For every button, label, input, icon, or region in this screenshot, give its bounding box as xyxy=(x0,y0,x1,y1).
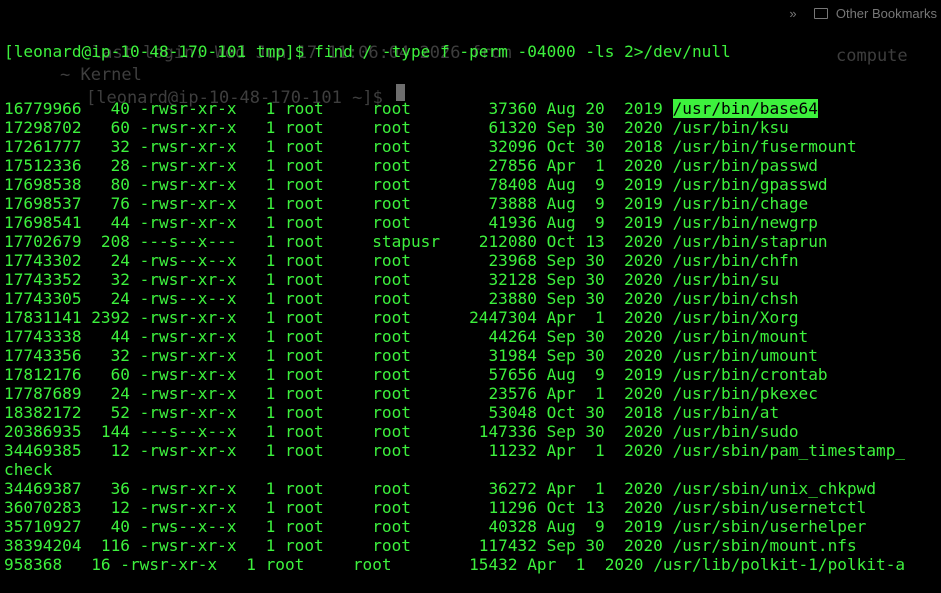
text-cursor xyxy=(396,84,405,101)
file-path: /usr/bin/su xyxy=(672,270,780,289)
file-path: /usr/bin/Xorg xyxy=(672,308,799,327)
terminal-window[interactable]: [leonard@ip-10-48-170-101 tmp]$ find / -… xyxy=(4,4,941,574)
file-listing: 16779966 40 -rwsr-xr-x 1 root root 37360… xyxy=(4,99,673,118)
output-line: 17743356 32 -rwsr-xr-x 1 root root 31984… xyxy=(4,346,941,365)
output-line: 18382172 52 -rwsr-xr-x 1 root root 53048… xyxy=(4,403,941,422)
file-listing: 17743338 44 -rwsr-xr-x 1 root root 44264… xyxy=(4,327,673,346)
output-line: 17831141 2392 -rwsr-xr-x 1 root root 244… xyxy=(4,308,941,327)
file-listing: 17743302 24 -rws--x--x 1 root root 23968… xyxy=(4,251,673,270)
output-line: 36070283 12 -rwsr-xr-x 1 root root 11296… xyxy=(4,498,941,517)
file-path: /usr/bin/chfn xyxy=(672,251,799,270)
output-line: check xyxy=(4,460,941,479)
output-line: 17743302 24 -rws--x--x 1 root root 23968… xyxy=(4,251,941,270)
file-listing: 35710927 40 -rws--x--x 1 root root 40328… xyxy=(4,517,673,536)
output-line: 17298702 60 -rwsr-xr-x 1 root root 61320… xyxy=(4,118,941,137)
file-path: /usr/bin/pkexec xyxy=(672,384,818,403)
output-line: 34469385 12 -rwsr-xr-x 1 root root 11232… xyxy=(4,441,941,460)
file-listing: 20386935 144 ---s--x--x 1 root root 1473… xyxy=(4,422,673,441)
file-listing: 17512336 28 -rwsr-xr-x 1 root root 27856… xyxy=(4,156,673,175)
output-line: 17698537 76 -rwsr-xr-x 1 root root 73888… xyxy=(4,194,941,213)
file-path: /usr/bin/base64 xyxy=(672,99,818,118)
file-path: /usr/bin/chage xyxy=(672,194,809,213)
file-path: /usr/bin/gpasswd xyxy=(672,175,828,194)
file-listing: 17298702 60 -rwsr-xr-x 1 root root 61320… xyxy=(4,118,673,137)
file-path: /usr/bin/staprun xyxy=(672,232,828,251)
command-line: [leonard@ip-10-48-170-101 tmp]$ find / -… xyxy=(4,42,941,61)
file-listing: 958368 16 -rwsr-xr-x 1 root root 15432 A… xyxy=(4,555,654,574)
file-listing: 17698537 76 -rwsr-xr-x 1 root root 73888… xyxy=(4,194,673,213)
file-listing: 17261777 32 -rwsr-xr-x 1 root root 32096… xyxy=(4,137,673,156)
file-path: /usr/bin/sudo xyxy=(672,422,799,441)
file-path: /usr/sbin/mount.nfs xyxy=(672,536,857,555)
output-line: 38394204 116 -rwsr-xr-x 1 root root 1174… xyxy=(4,536,941,555)
output-line: 16779966 40 -rwsr-xr-x 1 root root 37360… xyxy=(4,99,941,118)
file-listing: 17698541 44 -rwsr-xr-x 1 root root 41936… xyxy=(4,213,673,232)
output-line: 17787689 24 -rwsr-xr-x 1 root root 23576… xyxy=(4,384,941,403)
file-path: /usr/sbin/pam_timestamp_ xyxy=(672,441,906,460)
output-line: 17702679 208 ---s--x--- 1 root stapusr 2… xyxy=(4,232,941,251)
file-listing: 34469387 36 -rwsr-xr-x 1 root root 36272… xyxy=(4,479,673,498)
file-listing: 17831141 2392 -rwsr-xr-x 1 root root 244… xyxy=(4,308,673,327)
file-listing: 17743356 32 -rwsr-xr-x 1 root root 31984… xyxy=(4,346,673,365)
file-path: /usr/bin/umount xyxy=(672,346,818,365)
file-path: /usr/bin/ksu xyxy=(672,118,789,137)
output-line: 20386935 144 ---s--x--x 1 root root 1473… xyxy=(4,422,941,441)
file-path: /usr/bin/fusermount xyxy=(672,137,857,156)
file-listing: 17698538 80 -rwsr-xr-x 1 root root 78408… xyxy=(4,175,673,194)
file-path: /usr/sbin/usernetctl xyxy=(672,498,867,517)
output-line: 17261777 32 -rwsr-xr-x 1 root root 32096… xyxy=(4,137,941,156)
output-line: 17698538 80 -rwsr-xr-x 1 root root 78408… xyxy=(4,175,941,194)
output-line: 958368 16 -rwsr-xr-x 1 root root 15432 A… xyxy=(4,555,941,574)
output-line: 35710927 40 -rws--x--x 1 root root 40328… xyxy=(4,517,941,536)
file-path: /usr/bin/at xyxy=(672,403,780,422)
output-line: 17743352 32 -rwsr-xr-x 1 root root 32128… xyxy=(4,270,941,289)
file-path: /usr/sbin/userhelper xyxy=(672,517,867,536)
file-path: /usr/bin/mount xyxy=(672,327,809,346)
output-line: 17812176 60 -rwsr-xr-x 1 root root 57656… xyxy=(4,365,941,384)
file-listing: 17812176 60 -rwsr-xr-x 1 root root 57656… xyxy=(4,365,673,384)
shell-prompt: [leonard@ip-10-48-170-101 tmp]$ xyxy=(4,42,315,61)
file-listing: 17787689 24 -rwsr-xr-x 1 root root 23576… xyxy=(4,384,673,403)
output-line: 17743338 44 -rwsr-xr-x 1 root root 44264… xyxy=(4,327,941,346)
output-line: 34469387 36 -rwsr-xr-x 1 root root 36272… xyxy=(4,479,941,498)
file-path: /usr/sbin/unix_chkpwd xyxy=(672,479,877,498)
output-line: 17698541 44 -rwsr-xr-x 1 root root 41936… xyxy=(4,213,941,232)
file-path: /usr/bin/passwd xyxy=(672,156,818,175)
file-listing: 34469385 12 -rwsr-xr-x 1 root root 11232… xyxy=(4,441,673,460)
file-path: /usr/lib/polkit-1/polkit-a xyxy=(653,555,906,574)
output-lines: 16779966 40 -rwsr-xr-x 1 root root 37360… xyxy=(4,99,941,574)
file-listing: 17743305 24 -rws--x--x 1 root root 23880… xyxy=(4,289,673,308)
file-listing: 17702679 208 ---s--x--- 1 root stapusr 2… xyxy=(4,232,673,251)
command-text: find / -type f -perm -04000 -ls 2>/dev/n… xyxy=(314,42,731,61)
file-listing: 38394204 116 -rwsr-xr-x 1 root root 1174… xyxy=(4,536,673,555)
file-path: /usr/bin/crontab xyxy=(672,365,828,384)
file-listing: 36070283 12 -rwsr-xr-x 1 root root 11296… xyxy=(4,498,673,517)
file-listing: 18382172 52 -rwsr-xr-x 1 root root 53048… xyxy=(4,403,673,422)
output-line: 17512336 28 -rwsr-xr-x 1 root root 27856… xyxy=(4,156,941,175)
file-path: /usr/bin/chsh xyxy=(672,289,799,308)
file-path: check xyxy=(4,460,53,479)
file-listing: 17743352 32 -rwsr-xr-x 1 root root 32128… xyxy=(4,270,673,289)
output-line: 17743305 24 -rws--x--x 1 root root 23880… xyxy=(4,289,941,308)
file-path: /usr/bin/newgrp xyxy=(672,213,818,232)
